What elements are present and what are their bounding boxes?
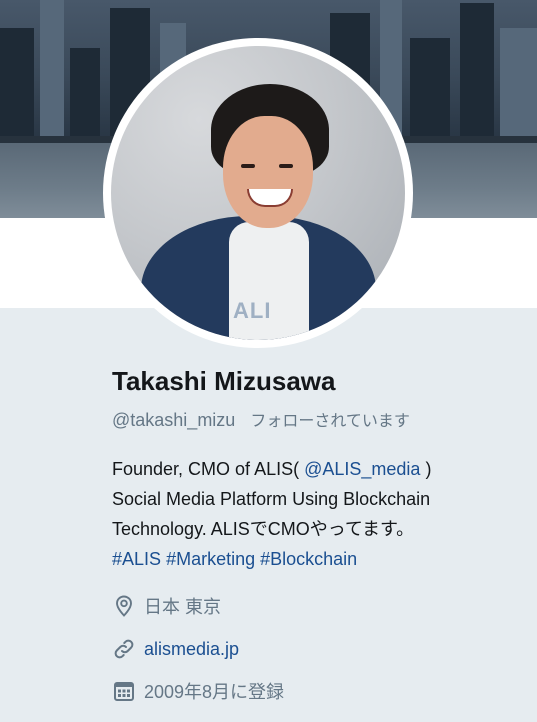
bio-line-2: Social Media Platform Using Blockchain bbox=[112, 489, 431, 509]
bio-hashtags: #ALIS #Marketing #Blockchain bbox=[112, 544, 532, 574]
hashtag-link-alis[interactable]: #ALIS bbox=[112, 549, 161, 569]
hashtag-link-marketing[interactable]: #Marketing bbox=[166, 549, 255, 569]
bio-mention-link[interactable]: @ALIS_media bbox=[304, 459, 420, 479]
calendar-icon bbox=[112, 679, 136, 703]
bio-line-1: Founder, CMO of ALIS( @ALIS_media ) bbox=[112, 454, 532, 484]
hashtag-link-blockchain[interactable]: #Blockchain bbox=[260, 549, 357, 569]
profile-location: 日本 東京 bbox=[112, 591, 221, 621]
follows-you-badge: フォローされています bbox=[250, 413, 410, 430]
website-link[interactable]: alismedia.jp bbox=[144, 639, 239, 660]
handle-row: @takashi_mizu フォローされています bbox=[112, 407, 410, 431]
profile-bio: Founder, CMO of ALIS( @ALIS_media ) Soci… bbox=[112, 454, 532, 574]
profile-avatar[interactable]: ALI bbox=[103, 38, 413, 348]
joined-text: 2009年8月に登録 bbox=[144, 682, 285, 702]
location-text: 日本 東京 bbox=[144, 597, 222, 617]
link-icon bbox=[112, 637, 136, 661]
bio-line-1-suffix: ) bbox=[420, 459, 432, 479]
avatar-photo: ALI bbox=[111, 46, 405, 340]
bio-line-3: Technology. ALISでCMOやってます。 bbox=[112, 519, 415, 539]
profile-joined: 2009年8月に登録 bbox=[112, 676, 284, 706]
shirt-print: ALI bbox=[233, 298, 272, 323]
location-pin-icon bbox=[112, 594, 136, 618]
profile-website: alismedia.jp bbox=[112, 634, 239, 664]
profile-name: Takashi Mizusawa bbox=[112, 366, 336, 396]
bio-line-1-prefix: Founder, CMO of ALIS( bbox=[112, 459, 305, 479]
profile-handle[interactable]: @takashi_mizu bbox=[112, 410, 235, 430]
